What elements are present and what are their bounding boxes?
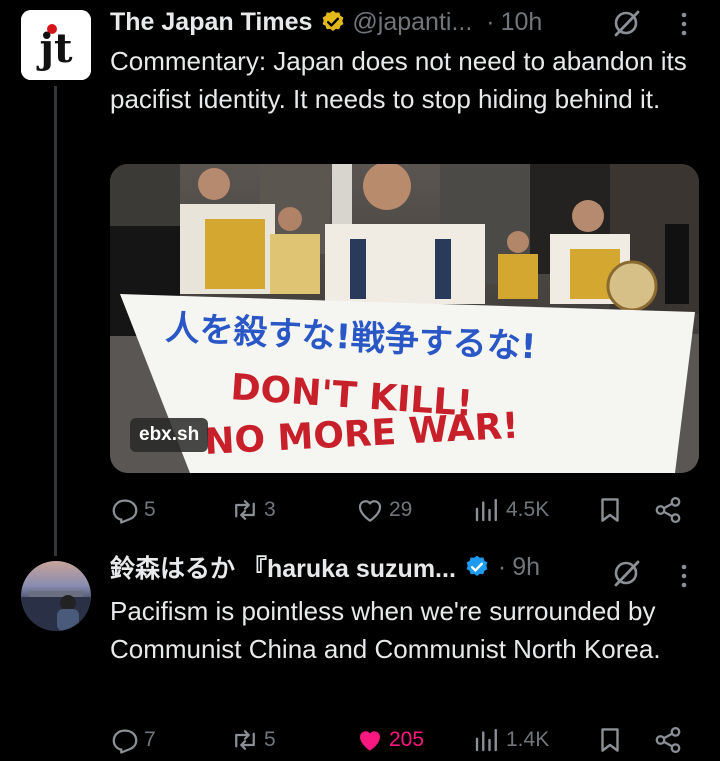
reply-count: 7 xyxy=(144,728,156,751)
more-options-icon[interactable] xyxy=(680,10,688,38)
tweet-japan-times[interactable]: jt The Japan Times @japanti... · 10h Com… xyxy=(0,0,720,545)
blue-check-icon[interactable] xyxy=(464,554,490,580)
views-button[interactable]: 4.5K xyxy=(472,490,549,530)
tweet-header: 鈴森はるか 『haruka suzum... · 9h xyxy=(110,549,540,585)
bookmark-icon xyxy=(601,498,619,522)
repost-count: 5 xyxy=(264,728,276,751)
like-count: 29 xyxy=(389,498,413,521)
author-name[interactable]: The Japan Times xyxy=(110,8,312,37)
tweet-text: Pacifism is pointless when we're surroun… xyxy=(110,596,661,664)
share-icon xyxy=(655,497,681,523)
tweet-haruka-suzumori[interactable]: 鈴森はるか 『haruka suzum... · 9h Pacifism is … xyxy=(0,545,720,761)
views-icon xyxy=(475,498,497,522)
reply-icon xyxy=(112,729,138,754)
action-bar: 7 5 205 1.4K xyxy=(110,720,700,760)
share-icon xyxy=(655,727,681,753)
separator: · xyxy=(497,552,507,581)
bookmark-button[interactable] xyxy=(595,720,625,760)
tweet-text: Commentary: Japan does not need to aband… xyxy=(110,46,687,114)
gold-check-icon[interactable] xyxy=(320,9,346,35)
avatar-text: jt xyxy=(37,25,73,72)
views-icon xyxy=(475,728,497,752)
bookmark-button[interactable] xyxy=(595,490,625,530)
action-bar: 5 3 29 4.5K xyxy=(110,490,700,530)
like-count: 205 xyxy=(389,728,425,751)
view-count: 4.5K xyxy=(506,498,550,521)
tweet-image[interactable]: 人を殺すな!戦争するな! DON'T KILL! NO MORE WAR! eb… xyxy=(110,164,699,473)
repost-button[interactable]: 5 xyxy=(230,720,276,760)
author-handle[interactable]: @japanti... xyxy=(352,8,472,37)
repost-icon xyxy=(235,730,255,750)
avatar[interactable] xyxy=(21,561,91,631)
like-button[interactable]: 29 xyxy=(355,490,412,530)
reply-button[interactable]: 7 xyxy=(110,720,156,760)
grok-icon[interactable] xyxy=(612,558,642,588)
views-button[interactable]: 1.4K xyxy=(472,720,549,760)
grok-icon[interactable] xyxy=(612,8,642,38)
repost-button[interactable]: 3 xyxy=(230,490,276,530)
reply-icon xyxy=(112,499,138,524)
more-options-icon[interactable] xyxy=(680,562,688,590)
bookmark-icon xyxy=(601,728,619,752)
avatar-photo xyxy=(21,591,91,631)
repost-icon xyxy=(235,500,255,520)
heart-icon xyxy=(358,500,382,522)
separator: · xyxy=(486,7,495,36)
timestamp[interactable]: 10h xyxy=(501,8,543,37)
avatar[interactable]: jt xyxy=(21,10,91,80)
jt-logo: jt xyxy=(21,10,91,80)
reply-count: 5 xyxy=(144,498,156,521)
like-button[interactable]: 205 xyxy=(355,720,424,760)
timestamp[interactable]: 9h xyxy=(512,553,540,582)
author-name[interactable]: 鈴森はるか 『haruka suzum... xyxy=(110,549,456,585)
watermark: ebx.sh xyxy=(130,418,209,452)
reply-button[interactable]: 5 xyxy=(110,490,156,530)
view-count: 1.4K xyxy=(506,728,550,751)
tweet-header: The Japan Times @japanti... · 10h xyxy=(110,4,542,40)
repost-count: 3 xyxy=(264,498,276,521)
share-button[interactable] xyxy=(653,490,683,530)
heart-filled-icon xyxy=(360,731,380,751)
share-button[interactable] xyxy=(653,720,683,760)
